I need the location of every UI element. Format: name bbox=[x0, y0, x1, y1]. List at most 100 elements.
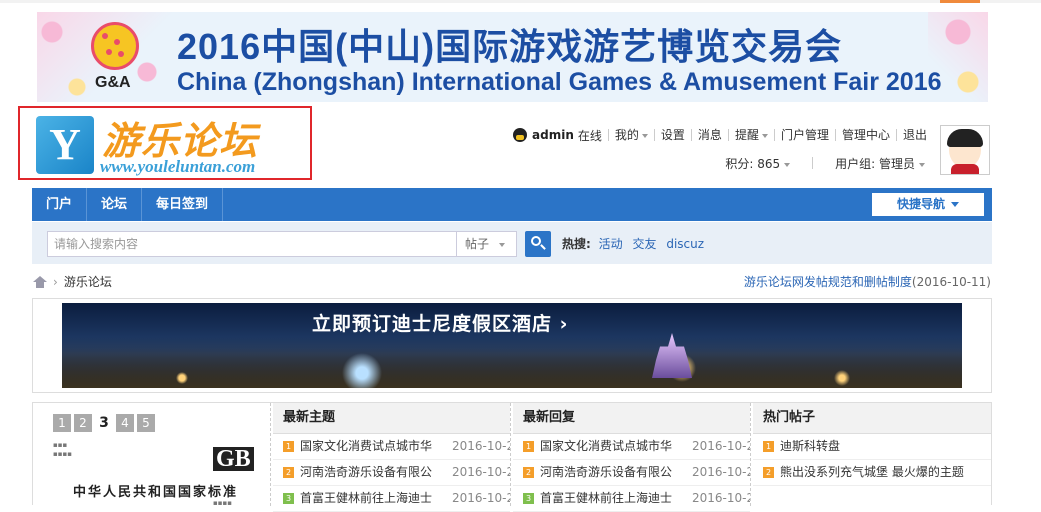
gb-title[interactable]: 中华人民共和国国家标准 bbox=[73, 481, 238, 500]
hot-link-friends[interactable]: 交友 bbox=[632, 237, 656, 251]
rank-badge: 2 bbox=[283, 467, 294, 478]
hot-link-discuz[interactable]: discuz bbox=[666, 237, 704, 251]
list-item[interactable]: 3 首富王健林前往上海迪士 2016-10-27 bbox=[273, 486, 510, 512]
list-item[interactable]: 2 河南浩奇游乐设备有限公 2016-10-27 bbox=[513, 460, 750, 486]
slider-page-3[interactable]: 3 bbox=[95, 414, 113, 432]
list-item-title[interactable]: 国家文化消费试点城市华 bbox=[540, 434, 688, 459]
menu-reminders[interactable]: 提醒 bbox=[727, 128, 774, 142]
menu-settings[interactable]: 设置 bbox=[653, 129, 691, 141]
hot-searches: 热搜: 活动 交友 discuz bbox=[562, 231, 710, 257]
chevron-down-icon bbox=[641, 133, 648, 138]
gb-doc-number: ▪▪▪▪ bbox=[213, 499, 232, 507]
ad-banner: 立即预订迪士尼度假区酒店 › bbox=[32, 298, 992, 393]
points-label: 积分: 865 bbox=[725, 157, 781, 171]
breadcrumb-forum[interactable]: 游乐论坛 bbox=[64, 273, 112, 290]
usergroup-link[interactable]: 用户组: 管理员 bbox=[835, 155, 925, 172]
list-item[interactable]: 1 迪斯科转盘 bbox=[753, 434, 991, 460]
ga-logo-text: G&A bbox=[95, 74, 131, 91]
slider-page-1[interactable]: 1 bbox=[53, 414, 71, 432]
slider-page-5[interactable]: 5 bbox=[137, 414, 155, 432]
chevron-down-icon bbox=[499, 242, 506, 247]
chevron-down-icon bbox=[951, 202, 959, 207]
list-item-date: 2016-10-27 bbox=[452, 465, 510, 479]
search-icon-handle bbox=[540, 244, 546, 250]
hot-search-label: 热搜: bbox=[562, 237, 591, 251]
site-logo-url: www.youleluntan.com bbox=[100, 157, 256, 176]
panel-title: 热门帖子 bbox=[753, 403, 991, 434]
rank-badge: 2 bbox=[763, 467, 774, 478]
avatar[interactable] bbox=[940, 125, 990, 175]
chevron-right-icon: › bbox=[53, 274, 58, 289]
online-status: 在线 bbox=[577, 128, 602, 143]
list-item-date: 2016-10-27 bbox=[692, 465, 750, 479]
rank-badge: 1 bbox=[763, 441, 774, 452]
image-slider: 1 2 3 4 5 ▪▪▪ ▪▪▪▪ GB 中华人民共和国国家标准 ▪▪▪▪ bbox=[33, 403, 271, 507]
list-item-title[interactable]: 河南浩奇游乐设备有限公 bbox=[300, 460, 448, 485]
search-type-select[interactable]: 帖子 bbox=[457, 231, 517, 257]
content-panels: 1 2 3 4 5 ▪▪▪ ▪▪▪▪ GB 中华人民共和国国家标准 ▪▪▪▪ 最新… bbox=[32, 402, 992, 512]
ad-lights bbox=[62, 348, 962, 388]
ad-text: 立即预订迪士尼度假区酒店 › bbox=[312, 313, 569, 335]
list-item-title[interactable]: 熊出没系列充气城堡 最火爆的主题 bbox=[780, 460, 980, 485]
announcement-link[interactable]: 游乐论坛网发帖规范和删帖制度 bbox=[744, 275, 912, 289]
menu-portal-admin[interactable]: 门户管理 bbox=[773, 129, 835, 141]
search-button[interactable] bbox=[525, 231, 551, 257]
divider bbox=[812, 157, 814, 169]
search-input[interactable]: 请输入搜索内容 bbox=[47, 231, 457, 257]
nav-forum[interactable]: 论坛 bbox=[87, 188, 143, 221]
gb-doc-code: ▪▪▪ ▪▪▪▪ bbox=[53, 441, 72, 458]
list-item-date: 2016-10-27 bbox=[452, 491, 510, 505]
list-item-title[interactable]: 国家文化消费试点城市华 bbox=[300, 434, 448, 459]
castle-icon bbox=[652, 333, 692, 378]
rank-badge: 3 bbox=[523, 493, 534, 504]
disney-ad-image[interactable]: 立即预订迪士尼度假区酒店 › bbox=[62, 303, 962, 388]
menu-admin-center[interactable]: 管理中心 bbox=[834, 129, 896, 141]
user-toolbar: admin 在线 我的 设置 消息 提醒 门户管理 管理中心 退出 bbox=[513, 126, 933, 144]
rank-badge: 3 bbox=[283, 493, 294, 504]
announcement: 游乐论坛网发帖规范和删帖制度(2016-10-11) bbox=[744, 273, 991, 290]
top-strip bbox=[0, 0, 1041, 3]
panel-title: 最新回复 bbox=[513, 403, 750, 434]
avatar-shirt bbox=[951, 164, 979, 174]
menu-messages[interactable]: 消息 bbox=[690, 129, 728, 141]
points-link[interactable]: 积分: 865 bbox=[725, 155, 791, 172]
list-item[interactable]: 2 熊出没系列充气城堡 最火爆的主题 bbox=[753, 460, 991, 486]
hot-link-activity[interactable]: 活动 bbox=[599, 237, 623, 251]
slider-page-2[interactable]: 2 bbox=[74, 414, 92, 432]
list-item-title[interactable]: 迪斯科转盘 bbox=[780, 434, 980, 459]
menu-my[interactable]: 我的 bbox=[607, 129, 654, 141]
list-item-title[interactable]: 河南浩奇游乐设备有限公 bbox=[540, 460, 688, 485]
event-banner[interactable]: G&A 2016中国(中山)国际游戏游艺博览交易会 China (Zhongsh… bbox=[37, 12, 988, 102]
list-item-date: 2016-10-27 bbox=[692, 491, 750, 505]
user-stats: 积分: 865 用户组: 管理员 bbox=[725, 155, 925, 172]
nav-portal[interactable]: 门户 bbox=[32, 188, 88, 221]
banner-title-cn: 2016中国(中山)国际游戏游艺博览交易会 bbox=[177, 26, 843, 67]
home-icon[interactable] bbox=[33, 275, 47, 288]
main-nav: 门户 论坛 每日签到 快捷导航 bbox=[32, 188, 992, 221]
list-item[interactable]: 2 河南浩奇游乐设备有限公 2016-10-27 bbox=[273, 460, 510, 486]
list-item[interactable]: 1 国家文化消费试点城市华 2016-10-27 bbox=[513, 434, 750, 460]
menu-logout[interactable]: 退出 bbox=[895, 129, 933, 141]
username-link[interactable]: admin bbox=[532, 128, 574, 142]
avatar-hair bbox=[947, 129, 983, 147]
slider-pager: 1 2 3 4 5 bbox=[53, 414, 158, 432]
top-accent bbox=[940, 0, 980, 3]
announcement-date: (2016-10-11) bbox=[911, 275, 991, 289]
list-item[interactable]: 3 首富王健林前往上海迪士 2016-10-27 bbox=[513, 486, 750, 512]
site-logo[interactable]: Y 游乐论坛 www.youleluntan.com bbox=[18, 106, 312, 180]
list-item-date: 2016-10-27 bbox=[452, 439, 510, 453]
list-item[interactable]: 1 国家文化消费试点城市华 2016-10-27 bbox=[273, 434, 510, 460]
ga-logo-icon bbox=[91, 22, 139, 70]
nav-daily-signin[interactable]: 每日签到 bbox=[142, 188, 224, 221]
quick-nav-button[interactable]: 快捷导航 bbox=[872, 193, 984, 216]
chevron-down-icon bbox=[919, 162, 925, 167]
search-type-label: 帖子 bbox=[465, 237, 490, 251]
list-item-title[interactable]: 首富王健林前往上海迪士 bbox=[300, 486, 448, 511]
slider-page-4[interactable]: 4 bbox=[116, 414, 134, 432]
chevron-down-icon bbox=[784, 162, 791, 167]
menu-reminders-label: 提醒 bbox=[734, 128, 759, 142]
rank-badge: 1 bbox=[523, 441, 534, 452]
gb-logo: GB bbox=[213, 447, 254, 471]
rank-badge: 1 bbox=[283, 441, 294, 452]
list-item-title[interactable]: 首富王健林前往上海迪士 bbox=[540, 486, 688, 511]
